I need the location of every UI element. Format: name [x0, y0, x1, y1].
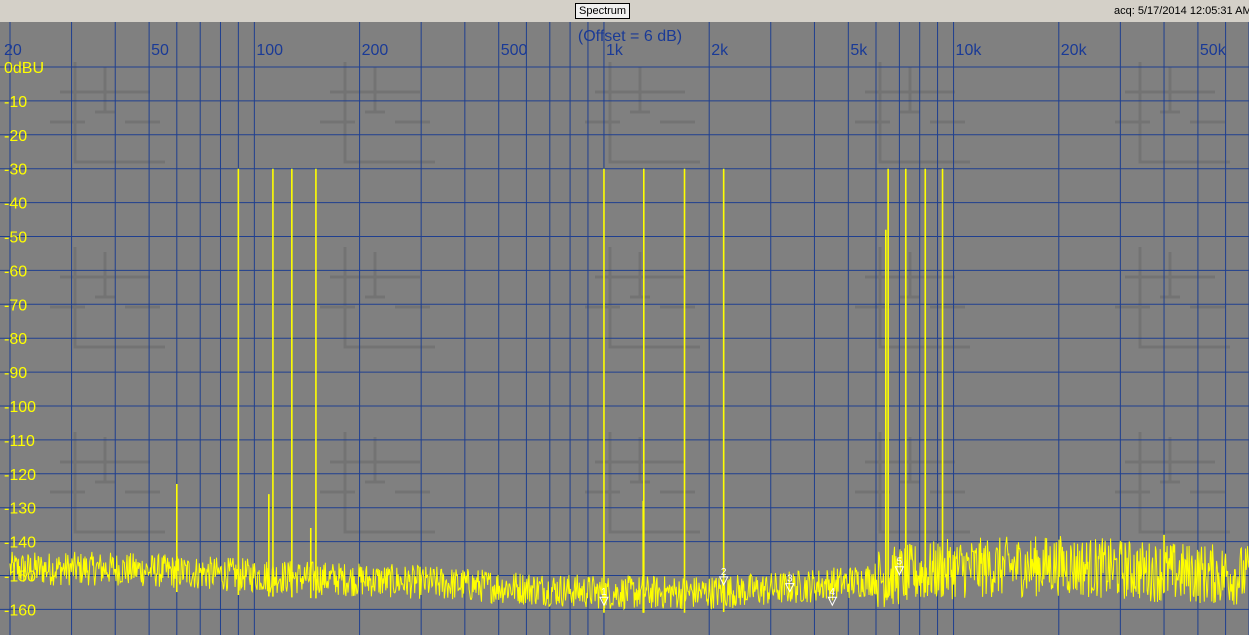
- marker-label: 2: [721, 567, 727, 578]
- y-tick-label: -140: [4, 535, 36, 552]
- spectrum-plot[interactable]: 1 2 3 4 5 0dBU -10 -20 -30 -40 -50 -60 -70 -80 -90 -10…: [0, 22, 1249, 635]
- y-tick-label: -70: [4, 297, 27, 314]
- y-tick-label: -30: [4, 162, 27, 179]
- x-tick-label: 10k: [956, 42, 983, 59]
- x-tick-label: 50: [151, 42, 169, 59]
- y-tick-label: -160: [4, 602, 36, 619]
- y-tick-label: -110: [4, 433, 35, 450]
- y-tick-label: -60: [4, 263, 27, 280]
- y-tick-label: -90: [4, 365, 27, 382]
- x-tick-label: 5k: [850, 42, 868, 59]
- x-tick-label: 2k: [711, 42, 729, 59]
- marker-label: 3: [787, 574, 793, 585]
- x-tick-label: 200: [362, 42, 389, 59]
- marker-label: 5: [897, 557, 903, 568]
- x-tick-label: 20: [4, 42, 22, 59]
- x-tick-label: 50k: [1200, 42, 1227, 59]
- y-tick-label: -50: [4, 230, 27, 247]
- y-tick-label: -100: [4, 399, 36, 416]
- y-tick-label: -80: [4, 331, 27, 348]
- y-tick-label: -130: [4, 501, 36, 518]
- plot-background: [0, 22, 1249, 635]
- title-bar: Spectrum acq: 5/17/2014 12:05:31 AM: [0, 0, 1249, 23]
- y-tick-label: -120: [4, 467, 36, 484]
- marker-label: 1: [601, 587, 607, 598]
- y-tick-label: -40: [4, 196, 27, 213]
- x-tick-label: 20k: [1061, 42, 1088, 59]
- spectrum-title-button[interactable]: Spectrum: [575, 3, 631, 19]
- chart-title: (Offset = 6 dB): [578, 28, 682, 45]
- x-tick-label: 500: [501, 42, 528, 59]
- y-tick-label: -10: [4, 94, 27, 111]
- y-tick-label: -150: [4, 569, 36, 586]
- y-tick-label: 0dBU: [4, 60, 44, 77]
- y-tick-label: -20: [4, 128, 27, 145]
- acquisition-timestamp: acq: 5/17/2014 12:05:31 AM: [1114, 5, 1249, 17]
- marker-label: 4: [830, 587, 836, 598]
- x-tick-label: 100: [256, 42, 283, 59]
